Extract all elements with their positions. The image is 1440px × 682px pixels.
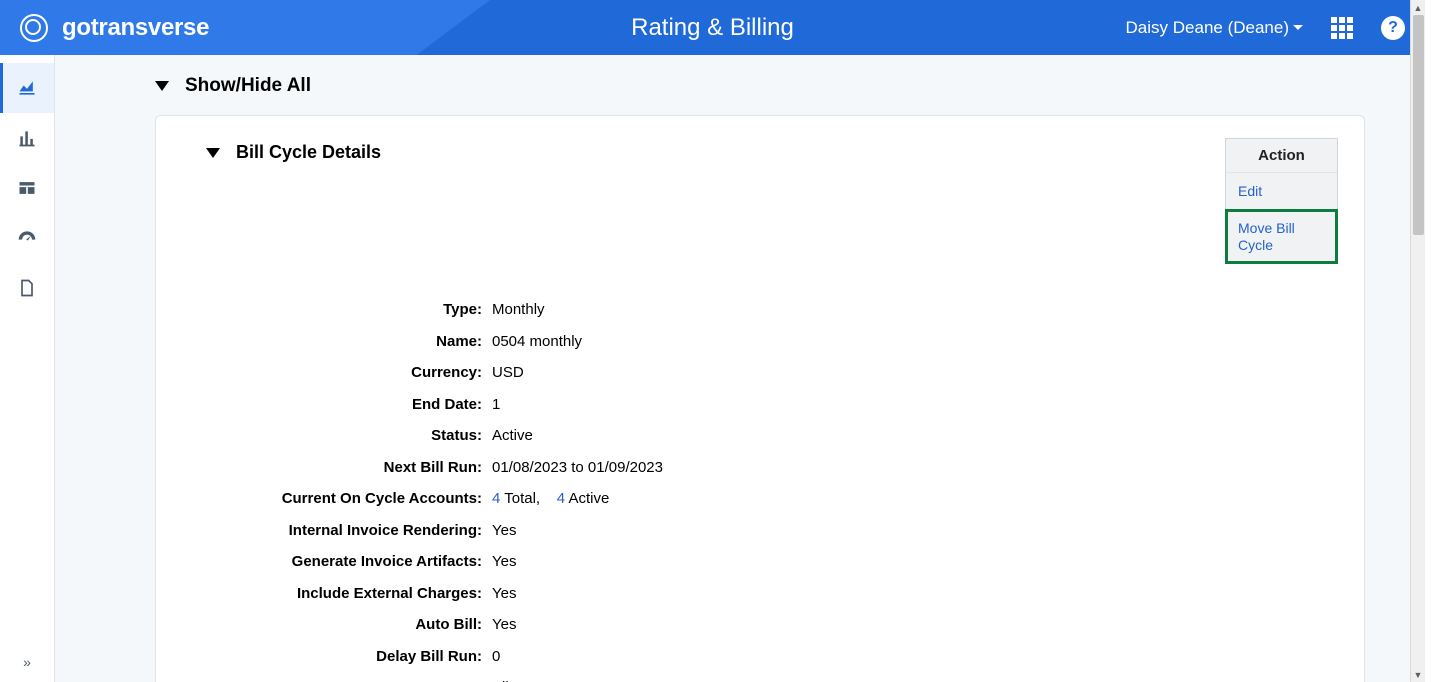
field-label: Include External Charges: bbox=[232, 584, 492, 604]
field-generate-invoice-artifacts: Generate Invoice Artifacts: Yes bbox=[232, 552, 1338, 572]
field-status: Status: Active bbox=[232, 426, 1338, 446]
field-value: 4 Total, 4 Active bbox=[492, 489, 609, 509]
field-value: USD bbox=[492, 363, 524, 383]
field-delay-bill-run: Delay Bill Run: 0 bbox=[232, 647, 1338, 667]
action-panel-header: Action bbox=[1226, 139, 1337, 173]
sidebar: » bbox=[0, 55, 55, 682]
browser-scrollbar[interactable]: ▲ ▼ bbox=[1410, 0, 1425, 682]
show-hide-all-label: Show/Hide All bbox=[185, 75, 311, 97]
sidebar-item-table[interactable] bbox=[0, 163, 54, 213]
area-chart-icon bbox=[17, 78, 37, 98]
app-body: » Show/Hide All Bill Cycle Details Actio… bbox=[0, 55, 1425, 682]
section-header: Bill Cycle Details Action Edit Move Bill… bbox=[182, 138, 1338, 264]
field-label: Type: bbox=[232, 300, 492, 320]
field-label: Generate Invoice Artifacts: bbox=[232, 552, 492, 572]
app-viewport: gotransverse Rating & Billing Daisy Dean… bbox=[0, 0, 1425, 682]
scroll-thumb[interactable] bbox=[1413, 15, 1424, 235]
field-auto-bill: Auto Bill: Yes bbox=[232, 615, 1338, 635]
logo-icon bbox=[20, 14, 48, 42]
gauge-icon bbox=[17, 228, 37, 248]
show-hide-all-toggle[interactable]: Show/Hide All bbox=[155, 75, 1365, 97]
field-value: Yes bbox=[492, 615, 516, 635]
user-menu[interactable]: Daisy Deane (Deane) bbox=[1126, 18, 1303, 38]
on-cycle-active-text: Active bbox=[565, 490, 609, 507]
field-label: Delay Bill Run: bbox=[232, 647, 492, 667]
field-label: Current On Cycle Accounts: bbox=[232, 489, 492, 509]
field-internal-invoice-rendering: Internal Invoice Rendering: Yes bbox=[232, 521, 1338, 541]
field-on-cycle-accounts: Current On Cycle Accounts: 4 Total, 4 Ac… bbox=[232, 489, 1338, 509]
sidebar-expand[interactable]: » bbox=[0, 642, 54, 682]
action-move-bill-cycle[interactable]: Move Bill Cycle bbox=[1226, 210, 1337, 264]
field-end-date: End Date: 1 bbox=[232, 395, 1338, 415]
section-toggle[interactable]: Bill Cycle Details bbox=[182, 138, 381, 163]
field-label: Auto Bill: bbox=[232, 615, 492, 635]
field-include-external-charges: Include External Charges: Yes bbox=[232, 584, 1338, 604]
help-icon[interactable]: ? bbox=[1381, 16, 1405, 40]
brand-name: gotransverse bbox=[62, 14, 209, 42]
sidebar-item-area-chart[interactable] bbox=[0, 63, 54, 113]
field-account-category: Account Category: All Accounts bbox=[232, 678, 1338, 682]
field-next-bill-run: Next Bill Run: 01/08/2023 to 01/09/2023 bbox=[232, 458, 1338, 478]
sidebar-item-document[interactable] bbox=[0, 263, 54, 313]
app-header: gotransverse Rating & Billing Daisy Dean… bbox=[0, 0, 1425, 55]
field-label: End Date: bbox=[232, 395, 492, 415]
header-left: gotransverse bbox=[0, 0, 209, 55]
header-right: Daisy Deane (Deane) ? bbox=[1126, 16, 1425, 40]
on-cycle-active-link[interactable]: 4 bbox=[557, 490, 565, 507]
sidebar-item-dashboard[interactable] bbox=[0, 213, 54, 263]
field-value: Yes bbox=[492, 584, 516, 604]
scroll-down-arrow-icon[interactable]: ▼ bbox=[1411, 667, 1425, 682]
field-name: Name: 0504 monthly bbox=[232, 332, 1338, 352]
field-value: 0 bbox=[492, 647, 500, 667]
field-label: Internal Invoice Rendering: bbox=[232, 521, 492, 541]
field-value: Yes bbox=[492, 521, 516, 541]
field-value: 0504 monthly bbox=[492, 332, 582, 352]
user-name: Daisy Deane (Deane) bbox=[1126, 18, 1289, 38]
document-icon bbox=[17, 278, 37, 298]
section-title: Bill Cycle Details bbox=[236, 142, 381, 163]
field-value: All Accounts bbox=[492, 678, 574, 682]
field-value: Active bbox=[492, 426, 533, 446]
field-label: Currency: bbox=[232, 363, 492, 383]
collapse-triangle-icon bbox=[155, 81, 169, 91]
field-label: Name: bbox=[232, 332, 492, 352]
field-label: Next Bill Run: bbox=[232, 458, 492, 478]
collapse-triangle-icon bbox=[206, 148, 220, 158]
sidebar-item-bar-chart[interactable] bbox=[0, 113, 54, 163]
action-edit[interactable]: Edit bbox=[1226, 173, 1337, 210]
chevron-down-icon bbox=[1293, 25, 1303, 30]
details-card: Bill Cycle Details Action Edit Move Bill… bbox=[155, 115, 1365, 682]
field-type: Type: Monthly bbox=[232, 300, 1338, 320]
action-panel: Action Edit Move Bill Cycle bbox=[1225, 138, 1338, 264]
field-value: 1 bbox=[492, 395, 500, 415]
apps-grid-icon[interactable] bbox=[1331, 17, 1353, 39]
chevron-double-right-icon: » bbox=[23, 654, 31, 670]
details-list: Type: Monthly Name: 0504 monthly Currenc… bbox=[182, 300, 1338, 682]
field-currency: Currency: USD bbox=[232, 363, 1338, 383]
field-value: Monthly bbox=[492, 300, 545, 320]
field-value: Yes bbox=[492, 552, 516, 572]
main-content: Show/Hide All Bill Cycle Details Action … bbox=[55, 55, 1425, 682]
on-cycle-total-text: Total, bbox=[500, 490, 540, 507]
bar-chart-icon bbox=[17, 128, 37, 148]
page-title: Rating & Billing bbox=[631, 14, 794, 42]
table-icon bbox=[17, 178, 37, 198]
field-label: Account Category: bbox=[232, 678, 492, 682]
scroll-up-arrow-icon[interactable]: ▲ bbox=[1411, 0, 1425, 15]
field-label: Status: bbox=[232, 426, 492, 446]
field-value: 01/08/2023 to 01/09/2023 bbox=[492, 458, 663, 478]
